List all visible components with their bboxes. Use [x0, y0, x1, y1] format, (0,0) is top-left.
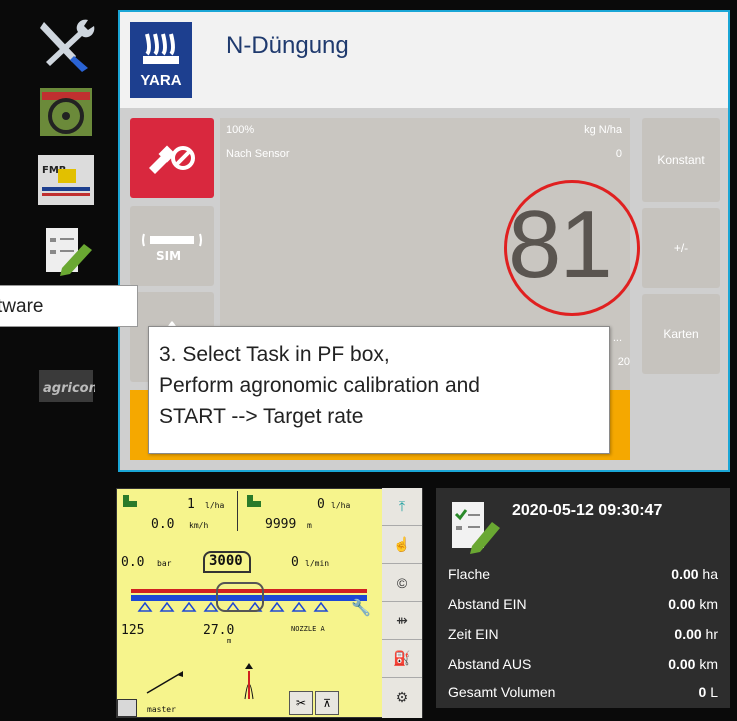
task-row: Abstand AUS 0.00 km	[448, 656, 718, 678]
steering-wheel-icon[interactable]	[34, 82, 98, 142]
sprayer-rate2-icon	[247, 495, 261, 507]
sim-button[interactable]: SIM	[130, 206, 214, 286]
task-row-unit: ha	[702, 566, 718, 582]
task-row-unit: L	[710, 684, 718, 700]
master-status: master	[147, 705, 176, 714]
sprayer-rate-icon	[123, 495, 137, 507]
agricon-logo-icon[interactable]: agricon	[34, 356, 98, 416]
config-button[interactable]: ⚙	[382, 678, 422, 716]
wrench-button[interactable]: 🔧	[344, 596, 378, 620]
instruction-line-2: Perform agronomic calibration and	[159, 374, 480, 397]
app-header: YARA N-Düngung	[120, 12, 728, 108]
boom-fold-button[interactable]: ⇻	[382, 602, 422, 640]
yara-ship-icon	[143, 33, 179, 64]
pressure-value: 0.0	[121, 555, 145, 570]
pressure-unit: bar	[157, 559, 172, 568]
highlight-circle	[504, 180, 640, 316]
boom-icon: ⇻	[396, 612, 408, 628]
bottom-left-partial: ...	[612, 332, 622, 344]
rate2-unit: l/ha	[331, 501, 351, 510]
source-value: 0	[615, 148, 622, 160]
width-value: 125	[121, 623, 145, 638]
speed-value: 0.0	[151, 517, 175, 532]
up-arrow-button[interactable]: ⤒	[382, 488, 422, 526]
instruction-line-3: START --> Target rate	[159, 405, 364, 428]
task-row: Abstand EIN 0.00 km	[448, 596, 718, 618]
yara-logo-text: YARA	[140, 72, 182, 89]
instruction-callout: 3. Select Task in PF box, Perform agrono…	[148, 326, 610, 454]
percent-label: 100%	[226, 124, 255, 136]
task-row: Flache 0.00 ha	[448, 566, 718, 588]
wrench-icon: 🔧	[351, 600, 371, 617]
task-row-label: Abstand AUS	[448, 656, 532, 672]
scroll-up-button[interactable]	[117, 699, 137, 717]
sprayer-button-column: ⤒ ☝ © ⇻ ⛽ ⚙	[382, 488, 422, 718]
svg-text:agricon: agricon	[43, 381, 95, 396]
plus-minus-label: +/-	[673, 241, 689, 255]
task-row-label: Abstand EIN	[448, 596, 527, 612]
task-row-unit: km	[699, 656, 718, 672]
boom-unit: m	[227, 637, 232, 645]
yara-logo: YARA	[130, 22, 192, 98]
task-datetime: 2020-05-12 09:30:47	[512, 502, 663, 519]
boom-diagram	[131, 582, 367, 612]
up-arrow-icon: ⤒	[398, 498, 406, 514]
task-row-label: Gesamt Volumen	[448, 684, 556, 700]
sim-icon: SIM	[142, 233, 202, 263]
rate1-unit: l/ha	[205, 501, 225, 510]
config-icon: ⚙	[395, 688, 409, 705]
task-row-label: Zeit EIN	[448, 626, 499, 642]
boom-value: 27.0	[203, 623, 235, 638]
auto-hand-icon: ☝	[393, 536, 411, 552]
task-row-value: 0.00	[671, 566, 699, 582]
auto-button[interactable]: ☝	[382, 526, 422, 564]
nozzle-label: NOZZLE A	[291, 625, 325, 633]
task-checklist-icon	[452, 502, 500, 554]
rate2-value: 0	[317, 497, 325, 512]
fold-button[interactable]: ⊼	[315, 691, 339, 715]
instruction-line-1: 3. Select Task in PF box,	[159, 343, 390, 366]
karten-button[interactable]: Karten	[642, 294, 720, 374]
task-row-value: 0.00	[668, 596, 696, 612]
app-title: N-Düngung	[226, 32, 349, 59]
distance-unit: m	[307, 521, 312, 530]
unit-label: kg N/ha	[584, 124, 622, 136]
tank-button[interactable]: ⛽	[382, 640, 422, 678]
task-row-unit: km	[699, 596, 718, 612]
task-row-value: 0.00	[674, 626, 702, 642]
satellite-off-button[interactable]	[130, 118, 214, 198]
software-callout: tware	[0, 285, 138, 327]
speed-unit: km/h	[189, 521, 209, 530]
fmr-sprayer-icon[interactable]: FMR	[34, 150, 98, 210]
cross-button[interactable]: ✂	[289, 691, 313, 715]
c-icon: ©	[396, 574, 408, 591]
task-row-label: Flache	[448, 566, 491, 582]
task-panel: 2020-05-12 09:30:47 Flache 0.00 ha Absta…	[436, 488, 730, 708]
rate1-value: 1	[187, 497, 195, 512]
svg-text:SIM: SIM	[156, 249, 181, 263]
konstant-label: Konstant	[657, 153, 705, 167]
flow-unit: l/min	[305, 559, 330, 568]
konstant-button[interactable]: Konstant	[642, 118, 720, 202]
flow-value: 0	[291, 555, 299, 570]
tank-value: 3000	[209, 553, 243, 569]
task-row: Zeit EIN 0.00 hr	[448, 626, 718, 648]
task-row-unit: hr	[705, 626, 718, 642]
distance-value: 9999	[265, 517, 297, 532]
karten-label: Karten	[663, 327, 699, 341]
satellite-off-icon	[149, 145, 195, 174]
bottom-right-partial: 20	[617, 356, 630, 368]
task-row-value: 0	[698, 684, 707, 700]
source-label: Nach Sensor	[226, 148, 290, 160]
tools-icon[interactable]	[34, 14, 98, 74]
task-row-value: 0.00	[668, 656, 696, 672]
task-row: Gesamt Volumen 0 L	[448, 684, 718, 706]
tank-icon: ⛽	[393, 650, 411, 666]
plus-minus-button[interactable]: +/-	[642, 208, 720, 288]
terminal-screen: FMR agricon YARA N-Düngung SIM 100% kg N…	[0, 0, 737, 721]
c-button[interactable]: ©	[382, 564, 422, 602]
checklist-pencil-icon[interactable]	[34, 222, 98, 282]
